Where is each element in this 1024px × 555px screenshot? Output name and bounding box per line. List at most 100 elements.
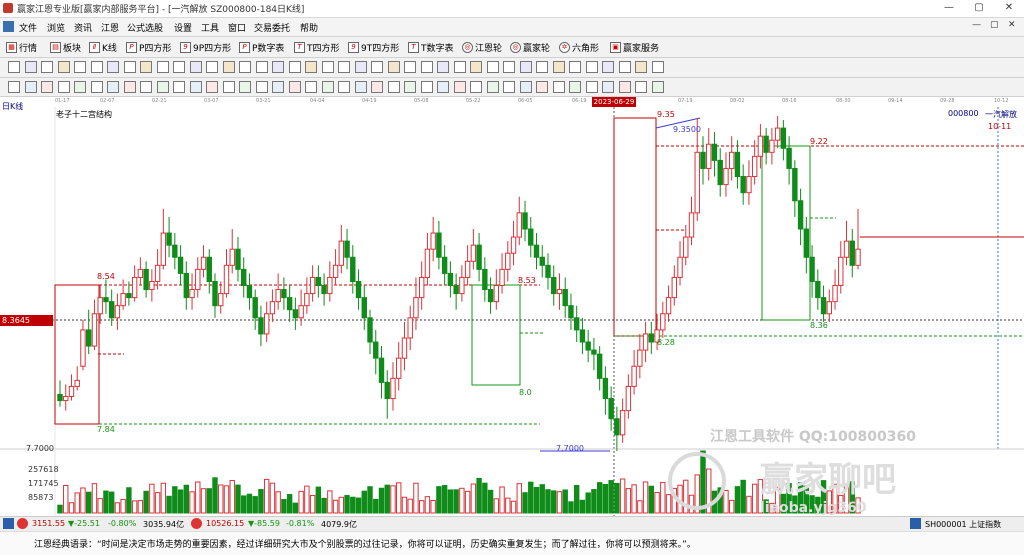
candle-body xyxy=(430,232,436,250)
volume-bar xyxy=(418,500,425,514)
volume-bar xyxy=(246,493,253,514)
candle-body xyxy=(614,418,620,436)
volume-bar xyxy=(367,486,373,514)
box-left-red xyxy=(54,284,100,425)
candle-body xyxy=(172,244,178,258)
volume-bar xyxy=(505,497,511,514)
candle-body xyxy=(499,268,505,287)
volume-bar xyxy=(350,496,356,514)
sz-index-amount: 4079.9亿 xyxy=(321,520,357,529)
annotation-8.53: 8.53 xyxy=(518,276,536,285)
candle-body xyxy=(327,276,333,295)
candle-body xyxy=(545,264,551,278)
volume-bar xyxy=(654,491,660,514)
candle-body xyxy=(292,309,299,319)
volume-bar xyxy=(728,499,735,514)
annotation-9.22: 9.22 xyxy=(810,137,828,146)
candle-body xyxy=(493,285,500,303)
volume-bar xyxy=(91,483,98,514)
volume-bar xyxy=(327,490,333,514)
candle-body xyxy=(642,333,649,351)
candle-body xyxy=(786,147,792,169)
candle-body xyxy=(820,297,827,315)
volume-bar xyxy=(218,484,224,514)
volume-bar xyxy=(74,492,80,514)
candle-body xyxy=(487,289,494,303)
candle-body xyxy=(459,276,465,295)
candle-body xyxy=(332,264,339,278)
candle-body xyxy=(671,276,677,299)
sh-index-pct: -0.80% xyxy=(108,519,137,528)
sz-index-change: ▼-85.59 xyxy=(248,519,280,528)
status-bar: 3151.55 ▼-25.51 -0.80% 3035.94亿 10526.15… xyxy=(0,516,1024,531)
candle-body xyxy=(258,317,264,335)
volume-bar xyxy=(57,504,63,514)
candle-body xyxy=(843,240,850,258)
volume-bar xyxy=(740,479,746,514)
candle-body xyxy=(453,285,459,295)
volume-tick-3: 85873 xyxy=(28,493,54,502)
volume-bar xyxy=(751,483,758,514)
volume-bar xyxy=(568,501,574,514)
volume-bar xyxy=(114,502,121,514)
volume-tick-1: 257618 xyxy=(28,465,59,474)
volume-bar xyxy=(545,489,551,514)
candle-body xyxy=(441,256,448,274)
study-name: 老子十二宫结构 xyxy=(56,110,112,119)
candle-body xyxy=(344,240,350,258)
candle-body xyxy=(849,240,855,266)
sh-index-amount: 3035.94亿 xyxy=(143,520,185,529)
volume-bar xyxy=(619,478,626,514)
candle-body xyxy=(229,248,235,266)
candle-body xyxy=(108,301,115,319)
index-grid-icon[interactable] xyxy=(3,518,14,529)
stock-code: 000800 xyxy=(948,109,979,118)
candle-body xyxy=(539,256,545,266)
candle-body xyxy=(390,377,396,400)
volume-bar xyxy=(235,484,241,514)
stock-name: 一汽解放 xyxy=(985,110,1017,119)
volume-bar xyxy=(149,483,155,514)
candle-body xyxy=(298,305,304,319)
candle-body xyxy=(740,176,746,194)
volume-bar xyxy=(315,486,322,514)
candle-body xyxy=(286,297,293,311)
volume-bar xyxy=(602,483,609,514)
volume-bar xyxy=(206,488,212,514)
volume-bar xyxy=(476,477,482,514)
candle-body xyxy=(447,272,454,287)
volume-bar xyxy=(642,481,649,514)
volume-bar xyxy=(516,483,522,514)
candle-body xyxy=(241,268,247,287)
candle-body xyxy=(596,353,603,379)
candle-body xyxy=(183,272,190,299)
annotation-7.84: 7.84 xyxy=(97,425,115,434)
volume-bar xyxy=(528,481,534,514)
candle-body xyxy=(746,176,752,194)
watermark-domain: liaoba.yjg360 xyxy=(760,500,867,516)
volume-bar xyxy=(154,492,161,514)
candle-body xyxy=(637,349,643,367)
status-index-label[interactable]: SH000001 上证指数 xyxy=(925,519,1001,530)
annotation-8.54: 8.54 xyxy=(97,272,115,281)
volume-bar xyxy=(407,498,413,514)
candle-body xyxy=(482,268,488,291)
volume-bar xyxy=(241,495,247,514)
annotation-8.0: 8.0 xyxy=(519,388,532,397)
volume-bar xyxy=(361,490,367,514)
annotation-7.7000: 7.7000 xyxy=(556,444,584,453)
annotation-8.36: 8.36 xyxy=(810,321,828,330)
volume-bar xyxy=(396,482,402,514)
current-price-badge: 8.3645 xyxy=(0,315,53,326)
candle-body xyxy=(246,285,253,299)
volume-bar xyxy=(482,482,488,514)
candle-body xyxy=(252,297,258,319)
candle-body xyxy=(321,285,327,295)
candle-body xyxy=(63,396,69,402)
candle-body xyxy=(734,151,741,178)
candle-body xyxy=(677,256,683,278)
candle-body xyxy=(315,276,322,287)
candle-body xyxy=(809,256,815,282)
candle-body xyxy=(275,289,281,303)
volume-bar xyxy=(177,489,184,514)
